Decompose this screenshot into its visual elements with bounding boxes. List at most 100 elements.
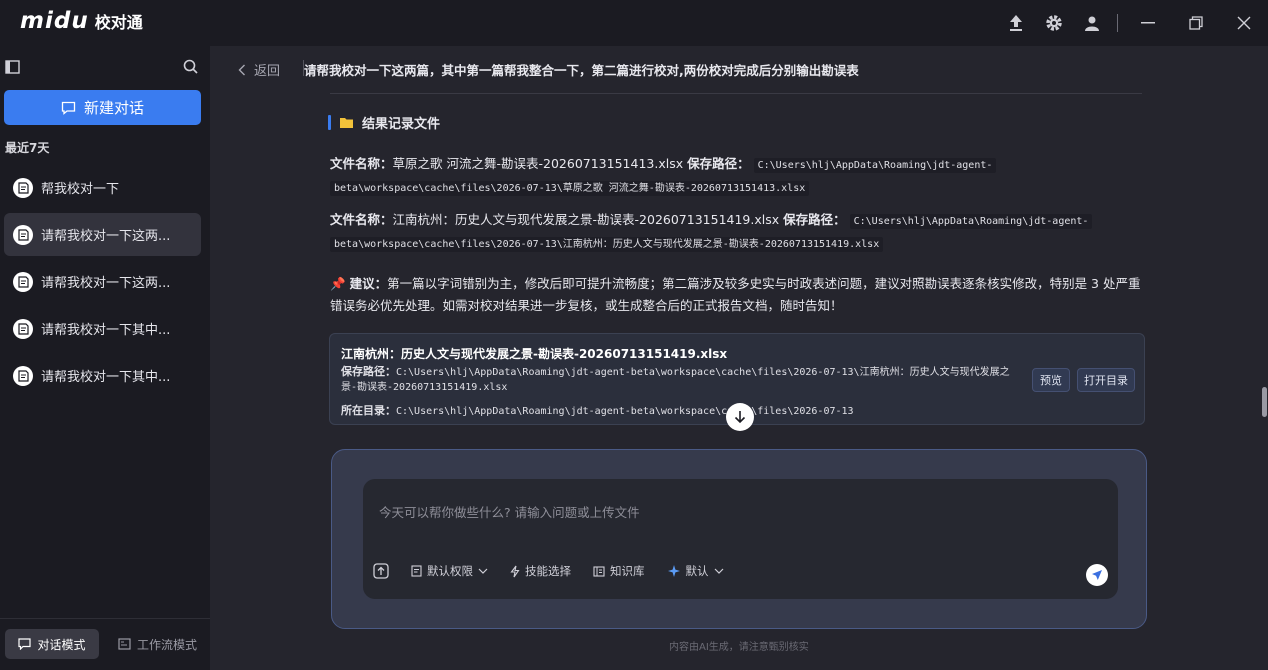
gear-icon[interactable]: [1035, 0, 1073, 46]
file-card-path: 保存路径：C:\Users\hlj\AppData\Roaming\jdt-ag…: [341, 364, 1021, 395]
conversation-item[interactable]: 请帮我校对一下这两...: [4, 260, 201, 303]
minimize-icon[interactable]: [1124, 0, 1172, 46]
send-button[interactable]: [1086, 564, 1108, 586]
conversation-label: 请帮我校对一下其中...: [41, 370, 171, 385]
file-record: 文件名称：江南杭州：历史人文与现代发展之景-勘误表-20260713151419…: [330, 209, 1145, 255]
window-controls: [997, 0, 1268, 46]
suggestion-text: 第一篇以字词错别为主，修改后即可提升流畅度；第二篇涉及较多史实与时政表述问题，建…: [330, 276, 1141, 313]
arrow-down-icon: [734, 411, 746, 424]
heading-accent-bar: [328, 115, 331, 130]
scrollbar-thumb[interactable]: [1262, 387, 1267, 417]
composer-input[interactable]: 今天可以帮你做些什么? 请输入问题或上传文件 默认权限 技能选择 知识库 默认: [363, 479, 1118, 599]
proofread-doc-icon: [13, 224, 33, 245]
knowledge-base-button[interactable]: 知识库: [593, 563, 645, 579]
permission-doc-icon: [411, 565, 422, 577]
proofread-doc-icon: [13, 318, 33, 339]
upload-icon[interactable]: [997, 0, 1035, 46]
suggestion-paragraph: 📌 建议：第一篇以字词错别为主，修改后即可提升流畅度；第二篇涉及较多史实与时政表…: [330, 273, 1145, 317]
new-chat-label: 新建对话: [83, 99, 144, 117]
file-card-dir-value: C:\Users\hlj\AppData\Roaming\jdt-agent-b…: [396, 406, 854, 417]
back-button[interactable]: 返回: [238, 60, 280, 79]
skill-label: 技能选择: [525, 564, 571, 578]
composer-panel: 今天可以帮你做些什么? 请输入问题或上传文件 默认权限 技能选择 知识库 默认: [331, 449, 1147, 629]
section-title: 结果记录文件: [362, 117, 441, 132]
file-name-value: 草原之歌 河流之舞-勘误表-20260713151413.xlsx: [392, 156, 684, 171]
chevron-down-icon: [478, 568, 488, 574]
conversation-label: 请帮我校对一下这两...: [41, 229, 171, 244]
composer-placeholder: 今天可以帮你做些什么? 请输入问题或上传文件: [379, 505, 640, 520]
result-files-heading: 结果记录文件: [328, 113, 440, 132]
recent-section-label: 最近7天: [5, 141, 50, 155]
knowledge-base-label: 知识库: [610, 564, 645, 578]
app-logo: midu 校对通: [20, 8, 143, 34]
model-label: 默认: [685, 564, 709, 578]
search-icon[interactable]: [183, 59, 198, 78]
chat-mode-button[interactable]: 对话模式: [5, 629, 99, 659]
chevron-down-icon: [714, 568, 723, 574]
save-path-value: C:\Users\hlj\AppData\Roaming\jdt-agent-: [753, 158, 997, 173]
conversation-header: 返回 请帮我校对一下这两篇，其中第一篇帮我整合一下，第二篇进行校对,两份校对完成…: [210, 46, 1268, 90]
conversation-list: 帮我校对一下 请帮我校对一下这两... 请帮我校对一下这两... 请帮我校对一下…: [4, 166, 201, 401]
conversation-item-active[interactable]: 请帮我校对一下这两...: [4, 213, 201, 256]
new-chat-button[interactable]: 新建对话: [4, 90, 201, 125]
sparkle-icon: [667, 565, 680, 577]
conversation-item[interactable]: 帮我校对一下: [4, 166, 201, 209]
conversation-title: 请帮我校对一下这两篇，其中第一篇帮我整合一下，第二篇进行校对,两份校对完成后分别…: [304, 63, 859, 78]
chat-mode-label: 对话模式: [37, 637, 86, 652]
suggestion-label: 建议：: [349, 276, 388, 291]
proofread-doc-icon: [13, 177, 33, 198]
upload-file-icon: [373, 563, 389, 579]
lightning-icon: [510, 565, 520, 577]
scroll-to-bottom-button[interactable]: [726, 403, 754, 431]
file-card-dir: 所在目录：C:\Users\hlj\AppData\Roaming\jdt-ag…: [341, 402, 854, 418]
file-name-value: 江南杭州：历史人文与现代发展之景-勘误表-20260713151419.xlsx: [392, 212, 780, 227]
chevron-left-icon: [238, 64, 245, 75]
open-directory-button[interactable]: 打开目录: [1077, 368, 1135, 392]
skill-select-button[interactable]: 技能选择: [510, 563, 571, 579]
chat-bubble-icon: [61, 101, 76, 115]
chat-bubble-icon: [18, 638, 32, 650]
back-label: 返回: [254, 64, 281, 79]
user-icon[interactable]: [1073, 0, 1111, 46]
workflow-icon: [118, 638, 131, 650]
restore-icon[interactable]: [1172, 0, 1220, 46]
ai-disclaimer: 内容由AI生成，请注意甄别核实: [669, 642, 809, 653]
file-card-dir-label: 所在目录：: [341, 404, 396, 417]
file-name-label: 文件名称：: [330, 212, 393, 227]
save-path-label: 保存路径：: [783, 212, 846, 227]
title-bar: midu 校对通: [0, 0, 1268, 46]
header-divider-line: [330, 93, 1142, 94]
composer-toolbar: 默认权限 技能选择 知识库 默认: [373, 563, 746, 579]
save-path-value-continued: beta\workspace\cache\files\2026-07-13\草原…: [330, 181, 810, 196]
workflow-mode-label: 工作流模式: [137, 637, 198, 652]
conversation-label: 帮我校对一下: [41, 182, 120, 197]
sidebar-toggle-icon[interactable]: [5, 59, 20, 78]
close-icon[interactable]: [1220, 0, 1268, 46]
sidebar-toolbar: [0, 54, 210, 82]
save-path-value: C:\Users\hlj\AppData\Roaming\jdt-agent-: [849, 214, 1093, 229]
conversation-item[interactable]: 请帮我校对一下其中...: [4, 307, 201, 350]
file-card-path-value: C:\Users\hlj\AppData\Roaming\jdt-agent-b…: [341, 367, 1010, 393]
permission-label: 默认权限: [427, 564, 473, 578]
send-icon: [1092, 570, 1102, 580]
conversation-label: 请帮我校对一下其中...: [41, 323, 171, 338]
preview-button[interactable]: 预览: [1032, 368, 1070, 392]
conversation-label: 请帮我校对一下这两...: [41, 276, 171, 291]
toolbar-divider: [1117, 14, 1118, 32]
permission-dropdown[interactable]: 默认权限: [411, 563, 488, 579]
folder-icon: [340, 118, 353, 128]
pushpin-icon: 📌: [330, 276, 346, 291]
proofread-doc-icon: [13, 365, 33, 386]
conversation-item[interactable]: 请帮我校对一下其中...: [4, 354, 201, 397]
mode-switcher: 对话模式 工作流模式: [0, 618, 210, 670]
save-path-label: 保存路径：: [687, 156, 750, 171]
knowledge-base-icon: [593, 565, 605, 577]
upload-file-button[interactable]: [373, 563, 389, 579]
file-record: 文件名称：草原之歌 河流之舞-勘误表-20260713151413.xlsx 保…: [330, 153, 1145, 199]
save-path-value-continued: beta\workspace\cache\files\2026-07-13\江南…: [330, 237, 884, 252]
logo-mark: midu: [20, 8, 89, 34]
file-card-name: 江南杭州：历史人文与现代发展之景-勘误表-20260713151419.xlsx: [341, 347, 728, 361]
model-dropdown[interactable]: 默认: [667, 563, 724, 579]
logo-name: 校对通: [94, 13, 143, 32]
workflow-mode-button[interactable]: 工作流模式: [108, 629, 207, 659]
